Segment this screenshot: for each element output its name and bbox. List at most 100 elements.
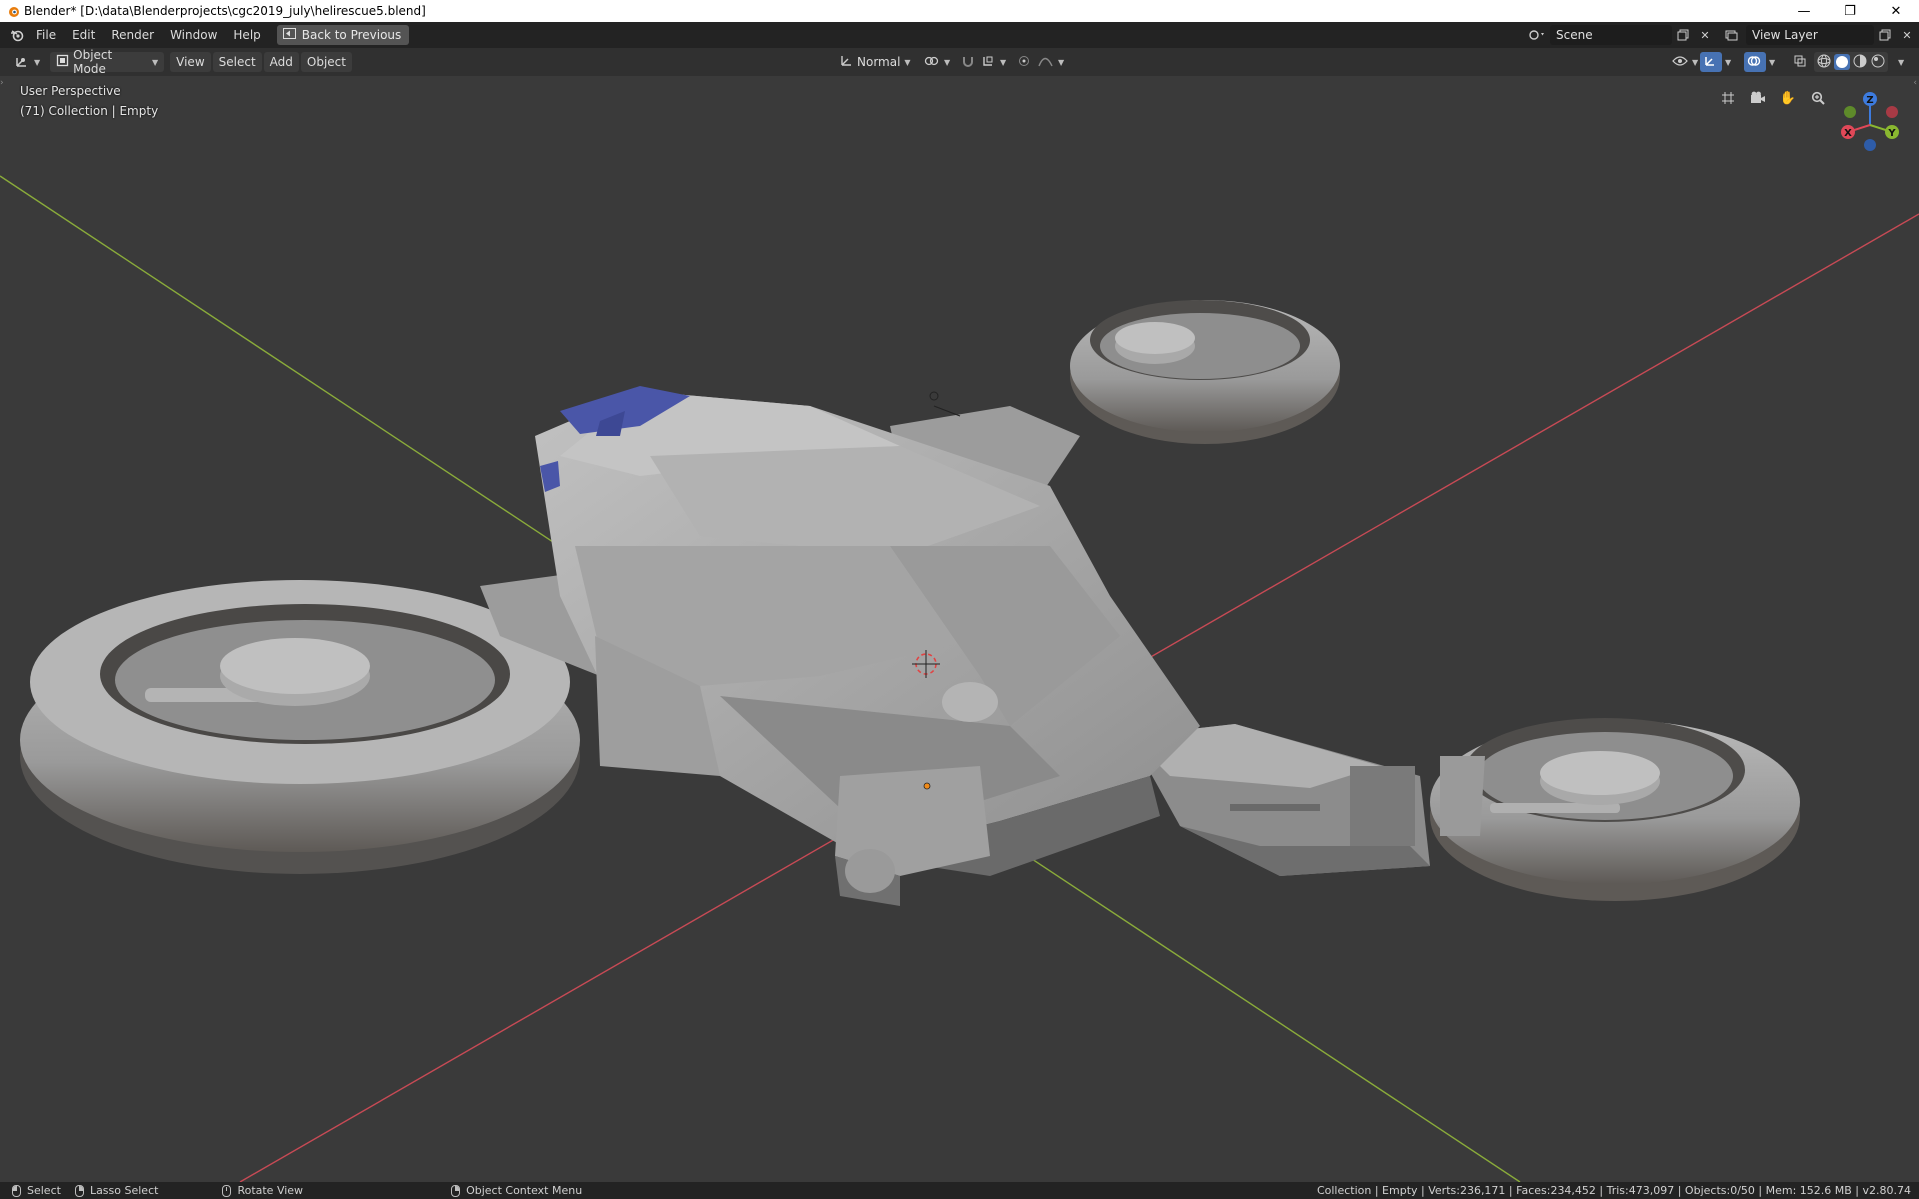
mouse-right-drag-icon (74, 1184, 84, 1197)
snap-increment-icon (982, 55, 996, 70)
chevron-down-icon: ▼ (1692, 57, 1699, 67)
overlays-toggle[interactable] (1744, 52, 1766, 72)
fuselage (535, 386, 1200, 906)
chevron-down-icon: ▼ (1000, 57, 1007, 67)
magnet-icon (962, 55, 974, 70)
status-select-hint: Select (12, 1184, 61, 1197)
origin-point (923, 782, 931, 790)
status-context-label: Object Context Menu (466, 1184, 583, 1197)
overlays-options-chevron-icon[interactable]: ▼ (1769, 58, 1775, 67)
editor-type-dropdown[interactable]: ▼ (8, 52, 46, 72)
pan-hand-icon[interactable]: ✋ (1776, 86, 1800, 110)
back-to-previous-label: Back to Previous (301, 28, 402, 42)
gizmo-x-label: X (1844, 128, 1852, 139)
scene-browse-icon[interactable] (1526, 25, 1548, 45)
gizmo-z-label: Z (1866, 95, 1873, 106)
mouse-right-icon (451, 1184, 461, 1197)
menu-edit[interactable]: Edit (64, 24, 103, 46)
status-rotate-hint: Rotate View (222, 1184, 303, 1197)
view-layer-name: View Layer (1752, 28, 1818, 42)
scene-copy-icon[interactable] (1672, 25, 1694, 45)
solid-shading-icon[interactable] (1834, 54, 1850, 70)
blender-logo-icon (6, 4, 20, 18)
gizmo-toggle[interactable] (1700, 52, 1722, 72)
scene-remove-icon[interactable]: ✕ (1694, 25, 1716, 45)
menu-file[interactable]: File (28, 24, 64, 46)
shading-options-chevron-icon[interactable]: ▼ (1898, 58, 1904, 67)
status-rotate-label: Rotate View (237, 1184, 304, 1197)
sidebar-expand-arrow-icon[interactable]: ‹ (1913, 78, 1917, 88)
menu-window[interactable]: Window (162, 24, 225, 46)
snap-element-dropdown[interactable]: ▼ (976, 52, 1012, 72)
xray-icon (1793, 54, 1807, 71)
mouse-middle-icon (222, 1184, 232, 1197)
scene-canvas (0, 175, 1919, 1182)
rotor-top-right (1070, 300, 1340, 444)
menu-help[interactable]: Help (225, 24, 268, 46)
status-select-label: Select (27, 1184, 61, 1197)
light-object (929, 391, 961, 417)
grid-view-toggle-icon[interactable] (1716, 86, 1740, 110)
gizmo-y-label: Y (1887, 128, 1896, 139)
back-icon (282, 28, 296, 42)
rotor-bottom-right (1430, 718, 1800, 901)
wireframe-shading-icon[interactable] (1816, 53, 1832, 72)
mouse-left-icon (12, 1184, 21, 1197)
menu-add[interactable]: Add (263, 52, 299, 72)
gizmo-icon (1703, 54, 1717, 71)
blender-menu-icon[interactable] (6, 25, 28, 45)
menu-select[interactable]: Select (212, 52, 262, 72)
chevron-down-icon: ▼ (944, 57, 951, 67)
top-bar: File Edit Render Window Help Back to Pre… (0, 22, 1919, 48)
zoom-magnifier-icon[interactable] (1806, 86, 1830, 110)
viewport-perspective-label: User Perspective (20, 84, 121, 98)
orientation-dropdown[interactable]: Normal ▼ (834, 52, 917, 72)
pivot-dropdown[interactable]: ▼ (918, 52, 956, 72)
view-layer-field[interactable]: View Layer (1746, 25, 1874, 45)
view-layer-remove-icon[interactable]: ✕ (1896, 25, 1918, 45)
menu-object[interactable]: Object (300, 52, 352, 72)
toolbar-expand-arrow-icon[interactable]: › (0, 78, 4, 88)
restore-button[interactable]: ❐ (1827, 0, 1873, 22)
viewport-header: ▼ Object Mode ▼ View Select Add Object N… (0, 48, 1919, 76)
chevron-down-icon: ▼ (152, 57, 159, 67)
chevron-down-icon: ▼ (34, 57, 41, 67)
xray-toggle[interactable] (1790, 52, 1810, 72)
axis-editor-icon (14, 54, 30, 71)
back-to-previous-button[interactable]: Back to Previous (276, 25, 410, 45)
view-layer-copy-icon[interactable] (1874, 25, 1896, 45)
navigation-gizmo[interactable]: Z Y X (1836, 90, 1906, 160)
scene-name: Scene (1556, 28, 1593, 42)
status-bar: Select Lasso Select Rotate View Object C… (0, 1182, 1919, 1199)
menu-view[interactable]: View (170, 52, 211, 72)
gizmo-options-chevron-icon[interactable]: ▼ (1725, 58, 1731, 67)
window-title: Blender* [D:\data\Blenderprojects\cgc201… (24, 4, 426, 18)
status-lasso-label: Lasso Select (89, 1184, 159, 1197)
rendered-shading-icon[interactable] (1870, 53, 1886, 72)
minimize-button[interactable]: — (1781, 0, 1827, 22)
object-mode-icon (56, 54, 69, 70)
view-layer-browse-icon[interactable] (1722, 25, 1744, 45)
material-shading-icon[interactable] (1852, 53, 1868, 72)
status-context-hint: Object Context Menu (451, 1184, 582, 1197)
camera-view-icon[interactable] (1746, 86, 1770, 110)
proportional-edit-icon (1018, 55, 1030, 70)
chevron-down-icon: ▼ (1058, 57, 1065, 67)
window-titlebar: Blender* [D:\data\Blenderprojects\cgc201… (0, 0, 1919, 22)
eye-icon (1672, 55, 1688, 70)
scene-statistics: Collection | Empty | Verts:236,171 | Fac… (1316, 1184, 1911, 1197)
visibility-dropdown[interactable]: ▼ (1666, 52, 1704, 72)
mode-label: Object Mode (73, 48, 113, 76)
falloff-curve-icon (1038, 55, 1054, 70)
menu-render[interactable]: Render (103, 24, 162, 46)
shading-modes (1814, 52, 1888, 72)
close-button[interactable]: ✕ (1873, 0, 1919, 22)
3d-viewport[interactable]: User Perspective (71) Collection | Empty… (0, 76, 1919, 1182)
orientation-icon (840, 54, 853, 70)
scene-field[interactable]: Scene (1550, 25, 1672, 45)
viewport-collection-label: (71) Collection | Empty (20, 104, 159, 118)
orientation-label: Normal (857, 55, 901, 69)
falloff-dropdown[interactable]: ▼ (1032, 52, 1070, 72)
mode-dropdown[interactable]: Object Mode ▼ (50, 48, 165, 76)
pivot-icon (924, 55, 940, 70)
